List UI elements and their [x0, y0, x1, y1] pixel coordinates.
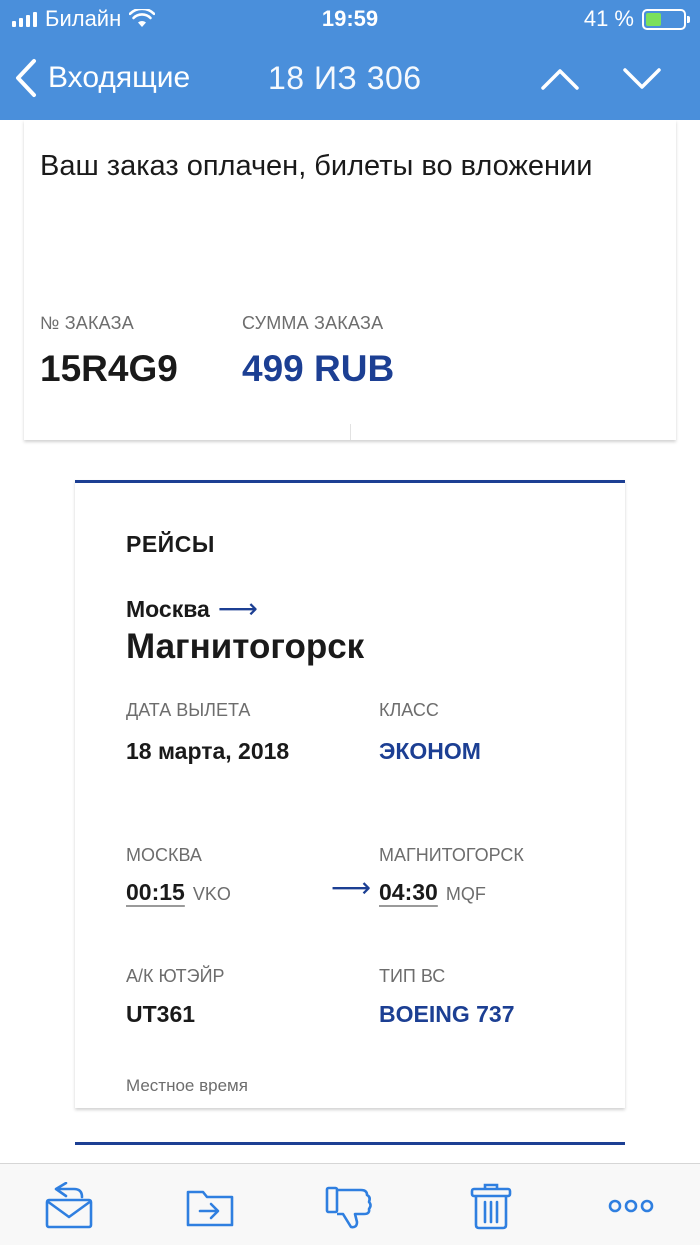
spam-icon: [325, 1186, 372, 1229]
order-summary-card: Ваш заказ оплачен, билеты во вложении № …: [24, 120, 676, 440]
order-number: 15R4G9: [40, 348, 178, 389]
arrival-time: 04:30 MQF: [379, 879, 486, 906]
departure-airport-code: VKO: [192, 884, 231, 904]
arrival-city-label: МАГНИТОГОРСК: [379, 845, 524, 865]
next-flight-card: [75, 1142, 625, 1163]
flight-card: РЕЙСЫ Москва ⟶ Магнитогорск ДАТА ВЫЛЕТА …: [75, 480, 625, 1108]
trash-icon: [470, 1183, 512, 1230]
arrival-time-value: 04:30: [379, 879, 438, 905]
chevron-left-icon: [16, 59, 36, 97]
battery-level: [646, 12, 661, 26]
more-button[interactable]: [606, 1182, 656, 1230]
arrival-airport-code: MQF: [445, 884, 486, 904]
reply-icon: [45, 1181, 93, 1229]
class-label: КЛАСС: [379, 700, 439, 720]
back-button[interactable]: Входящие: [14, 58, 190, 98]
status-bar: Билайн 19:59 41 %: [0, 0, 700, 40]
bottom-toolbar: [0, 1163, 700, 1245]
next-message-button[interactable]: [622, 64, 662, 99]
previous-message-button[interactable]: [540, 64, 580, 99]
chevron-down-icon: [623, 68, 661, 89]
nav-bar: Входящие 18 ИЗ 306: [0, 40, 700, 120]
spam-button[interactable]: [325, 1182, 375, 1230]
arrival-city: Магнитогорск: [126, 627, 365, 666]
back-label: Входящие: [48, 61, 191, 94]
message-counter: 18 ИЗ 306: [268, 60, 422, 96]
order-sum-label: СУММА ЗАКАЗА: [242, 313, 384, 333]
airline-label: А/К ЮТЭЙР: [126, 966, 225, 986]
departure-time: 00:15 VKO: [126, 879, 231, 906]
chevron-up-icon: [541, 69, 579, 90]
route-from: Москва ⟶: [126, 595, 258, 623]
flights-section-title: РЕЙСЫ: [126, 531, 215, 557]
move-to-folder-icon: [186, 1190, 234, 1227]
divider: [350, 424, 351, 440]
message-content[interactable]: Ваш заказ оплачен, билеты во вложении № …: [0, 120, 700, 1163]
order-sum: 499 RUB: [242, 348, 395, 389]
order-number-label: № ЗАКАЗА: [40, 313, 134, 333]
status-right: 41 %: [583, 6, 690, 32]
local-time-note: Местное время: [126, 1076, 248, 1095]
departure-date-label: ДАТА ВЫЛЕТА: [126, 700, 251, 720]
departure-city-label: МОСКВА: [126, 845, 202, 865]
reply-button[interactable]: [44, 1181, 94, 1230]
delete-button[interactable]: [466, 1182, 516, 1230]
battery-percent: 41 %: [583, 6, 634, 31]
aircraft-type: BOEING 737: [379, 1001, 515, 1027]
departure-city: Москва: [126, 595, 210, 622]
arrow-right-icon: ⟶: [331, 872, 372, 903]
order-headline: Ваш заказ оплачен, билеты во вложении: [40, 150, 593, 182]
more-icon: [608, 1199, 654, 1213]
aircraft-label: ТИП ВС: [379, 966, 446, 986]
move-button[interactable]: [185, 1182, 235, 1230]
departure-time-value: 00:15: [126, 879, 185, 905]
departure-date: 18 марта, 2018: [126, 738, 290, 764]
battery-icon: [642, 8, 690, 30]
flight-number: UT361: [126, 1001, 196, 1027]
class-value: ЭКОНОМ: [379, 738, 481, 764]
arrow-right-icon: ⟶: [217, 593, 258, 624]
